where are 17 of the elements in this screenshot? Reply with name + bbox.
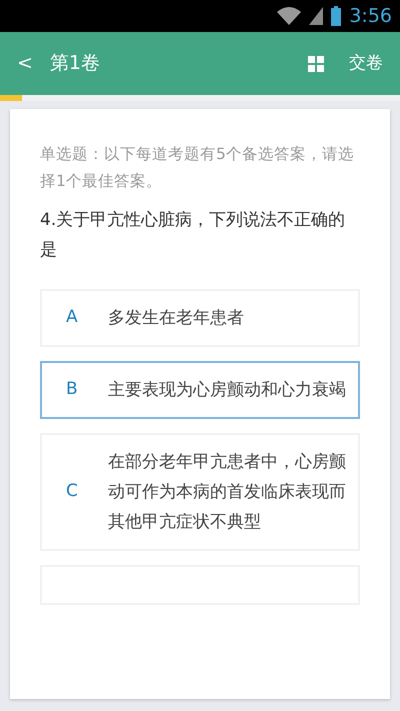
option-card[interactable]: B 主要表现为心房颤动和心力衰竭 xyxy=(40,361,360,419)
wifi-icon xyxy=(277,7,302,25)
option-letter: A xyxy=(66,306,79,330)
instruction-text: 单选题：以下每道考题有5个备选答案，请选择1个最佳答案。 xyxy=(40,144,355,192)
paper-title: 第1卷 xyxy=(50,51,102,76)
option-text: 在部分老年甲亢患者中，心房颤动可作为本病的首发临床表现而其他甲亢症状不典型 xyxy=(108,451,347,534)
option-card[interactable]: A 多发生在老年患者 xyxy=(40,289,360,347)
clock-time: 3:56 xyxy=(349,4,392,29)
option-letter: C xyxy=(66,480,79,504)
grid-icon[interactable] xyxy=(308,56,324,72)
option-text: 主要表现为心房颤动和心力衰竭 xyxy=(108,379,346,402)
question-text: 4.关于甲亢性心脏病，下列说法不正确的是 xyxy=(40,209,346,262)
option-text: 多发生在老年患者 xyxy=(108,307,244,330)
option-card[interactable]: C 在部分老年甲亢患者中，心房颤动可作为本病的首发临床表现而其他甲亢症状不典型 xyxy=(40,433,360,551)
option-letter: B xyxy=(66,378,79,402)
battery-icon xyxy=(331,6,342,26)
signal-icon xyxy=(309,7,324,25)
